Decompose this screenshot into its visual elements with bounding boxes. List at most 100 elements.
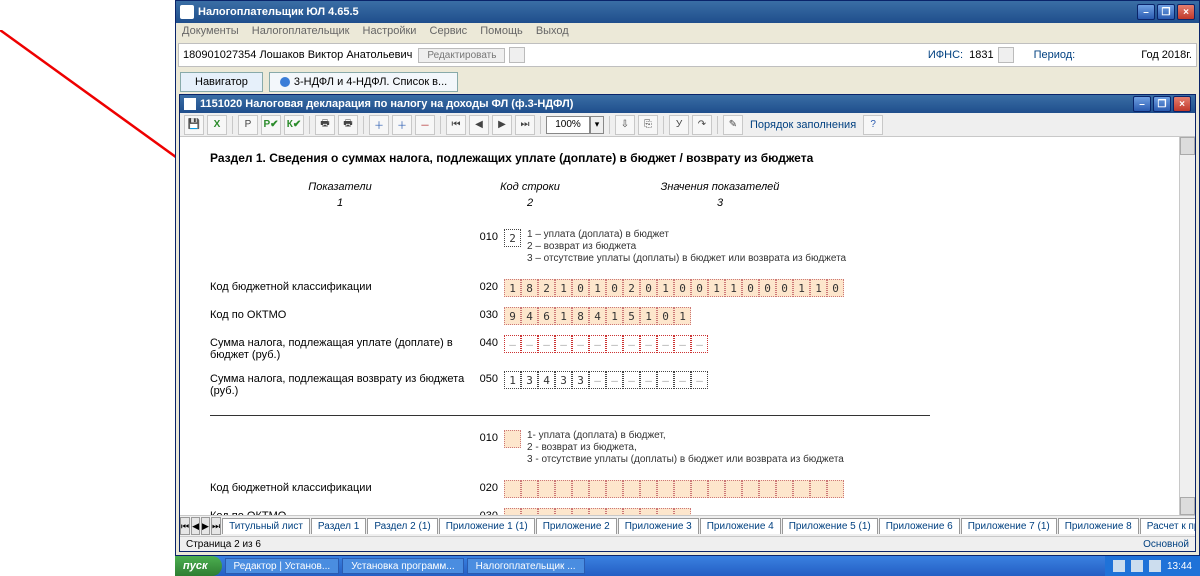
- doc-close-button[interactable]: ×: [1173, 96, 1191, 112]
- document-content: Раздел 1. Сведения о суммах налога, подл…: [180, 137, 1195, 515]
- add-multi-icon[interactable]: ＋: [392, 115, 412, 135]
- windows-taskbar: пуск Редактор | Установ... Установка про…: [175, 556, 1200, 576]
- field-040-sum[interactable]: ––––––––––––: [504, 335, 1177, 353]
- field-020b-kbk[interactable]: [504, 480, 1177, 498]
- section-divider: [210, 415, 930, 416]
- tool-k-check[interactable]: К✔: [284, 115, 304, 135]
- zoom-control[interactable]: ▾: [546, 116, 604, 134]
- page-tab[interactable]: Расчет к прил.1: [1140, 518, 1195, 534]
- app-title-bar: Налогоплательщик ЮЛ 4.65.5 – ❐ ×: [176, 1, 1199, 23]
- print-icon[interactable]: 🖶: [315, 115, 335, 135]
- field-010b[interactable]: [504, 430, 521, 448]
- taskbar-item[interactable]: Налогоплательщик ...: [467, 558, 585, 574]
- section-title: Раздел 1. Сведения о суммах налога, подл…: [210, 151, 1177, 165]
- next-page-icon[interactable]: ▶: [492, 115, 512, 135]
- page-tab[interactable]: Приложение 7 (1): [961, 518, 1057, 534]
- tool-u-arrow[interactable]: ↷: [692, 115, 712, 135]
- mode-status: Основной: [1143, 539, 1189, 550]
- close-button[interactable]: ×: [1177, 4, 1195, 20]
- row-010b: 010 1- уплата (доплата) в бюджет, 2 - во…: [210, 430, 1177, 466]
- document-tab[interactable]: 3-НДФЛ и 4-НДФЛ. Список в...: [269, 72, 458, 92]
- tabs-first-icon[interactable]: ⏮: [180, 517, 190, 535]
- maximize-button[interactable]: ❐: [1157, 4, 1175, 20]
- field-030b-oktmo[interactable]: [504, 508, 1177, 515]
- zoom-input[interactable]: [546, 116, 590, 134]
- doc-maximize-button[interactable]: ❐: [1153, 96, 1171, 112]
- field-020-kbk[interactable]: 18210102010011000110: [504, 279, 1177, 297]
- attach-icon[interactable]: ⎘: [638, 115, 658, 135]
- page-tab[interactable]: Раздел 1: [311, 518, 366, 534]
- start-button[interactable]: пуск: [175, 556, 222, 576]
- field-050-sum[interactable]: 13433–––––––: [504, 371, 1177, 389]
- page-tab[interactable]: Приложение 2: [536, 518, 617, 534]
- prev-page-icon[interactable]: ◀: [469, 115, 489, 135]
- add-icon[interactable]: ＋: [369, 115, 389, 135]
- page-tab[interactable]: Приложение 5 (1): [782, 518, 878, 534]
- taskbar-item[interactable]: Редактор | Установ...: [225, 558, 340, 574]
- menu-item[interactable]: Документы: [182, 25, 239, 37]
- menu-bar: Документы Налогоплательщик Настройки Сер…: [176, 23, 1199, 41]
- first-page-icon[interactable]: ⏮: [446, 115, 466, 135]
- column-numbers: 1 2 3: [210, 197, 1177, 209]
- field-030-oktmo[interactable]: 94618415101: [504, 307, 1177, 325]
- document-icon: [184, 98, 196, 110]
- tray-icon[interactable]: [1149, 560, 1161, 572]
- minimize-button[interactable]: –: [1137, 4, 1155, 20]
- page-tab[interactable]: Приложение 1 (1): [439, 518, 535, 534]
- row-020b: Код бюджетной классификации 020: [210, 480, 1177, 498]
- tabs-last-icon[interactable]: ⏭: [211, 517, 221, 535]
- extra-button[interactable]: [509, 47, 525, 63]
- tool-p-check[interactable]: Р✔: [261, 115, 281, 135]
- menu-item[interactable]: Налогоплательщик: [252, 25, 350, 37]
- menu-item[interactable]: Помощь: [480, 25, 523, 37]
- last-page-icon[interactable]: ⏭: [515, 115, 535, 135]
- page-tab[interactable]: Приложение 3: [618, 518, 699, 534]
- status-bar: Страница 2 из 6 Основной: [180, 537, 1195, 551]
- tool-p[interactable]: Р: [238, 115, 258, 135]
- period-label: Период:: [1034, 49, 1076, 61]
- navigator-button[interactable]: Навигатор: [180, 72, 263, 92]
- menu-item[interactable]: Сервис: [430, 25, 468, 37]
- page-tab[interactable]: Титульный лист: [222, 518, 310, 534]
- ifns-browse[interactable]: [998, 47, 1014, 63]
- export-icon[interactable]: ⇩: [615, 115, 635, 135]
- hint-010: 1 – уплата (доплата) в бюджет 2 – возвра…: [527, 229, 846, 265]
- tool-u[interactable]: У: [669, 115, 689, 135]
- tabs-next-icon[interactable]: ▶: [201, 517, 210, 535]
- zoom-dropdown-icon[interactable]: ▾: [590, 116, 604, 134]
- wand-icon[interactable]: ✎: [723, 115, 743, 135]
- page-status: Страница 2 из 6: [186, 539, 261, 550]
- excel-icon[interactable]: X: [207, 115, 227, 135]
- tray-icon[interactable]: [1113, 560, 1125, 572]
- page-tab[interactable]: Приложение 4: [700, 518, 781, 534]
- save-icon[interactable]: 💾: [184, 115, 204, 135]
- row-030: Код по ОКТМО 030 94618415101: [210, 307, 1177, 325]
- edit-button[interactable]: Редактировать: [418, 48, 505, 63]
- taxpayer-info: 180901027354 Лошаков Виктор Анатольевич: [183, 49, 412, 61]
- document-window: 1151020 Налоговая декларация по налогу н…: [179, 94, 1196, 552]
- page-tab[interactable]: Раздел 2 (1): [367, 518, 437, 534]
- menu-item[interactable]: Настройки: [363, 25, 417, 37]
- year-value: Год 2018г.: [1141, 49, 1192, 61]
- document-title: 1151020 Налоговая декларация по налогу н…: [200, 98, 573, 110]
- page-tab[interactable]: Приложение 8: [1058, 518, 1139, 534]
- document-title-bar: 1151020 Налоговая декларация по налогу н…: [180, 95, 1195, 113]
- order-link[interactable]: Порядок заполнения: [746, 119, 860, 131]
- doc-minimize-button[interactable]: –: [1133, 96, 1151, 112]
- taskbar-item[interactable]: Установка программ...: [342, 558, 463, 574]
- vertical-scrollbar[interactable]: [1179, 137, 1195, 515]
- row-010: 010 2 1 – уплата (доплата) в бюджет 2 – …: [210, 229, 1177, 265]
- page-tab[interactable]: Приложение 6: [879, 518, 960, 534]
- delete-icon[interactable]: －: [415, 115, 435, 135]
- tray-icon[interactable]: [1131, 560, 1143, 572]
- menu-item[interactable]: Выход: [536, 25, 569, 37]
- app-window: Налогоплательщик ЮЛ 4.65.5 – ❐ × Докумен…: [175, 0, 1200, 556]
- field-010[interactable]: 2: [504, 229, 521, 247]
- help-icon[interactable]: ?: [863, 115, 883, 135]
- system-tray[interactable]: 13:44: [1105, 556, 1200, 576]
- print-preview-icon[interactable]: 🖶: [338, 115, 358, 135]
- tabs-prev-icon[interactable]: ◀: [191, 517, 200, 535]
- hint-010b: 1- уплата (доплата) в бюджет, 2 - возвра…: [527, 430, 844, 466]
- clock: 13:44: [1167, 561, 1192, 572]
- info-bar: 180901027354 Лошаков Виктор Анатольевич …: [178, 43, 1197, 67]
